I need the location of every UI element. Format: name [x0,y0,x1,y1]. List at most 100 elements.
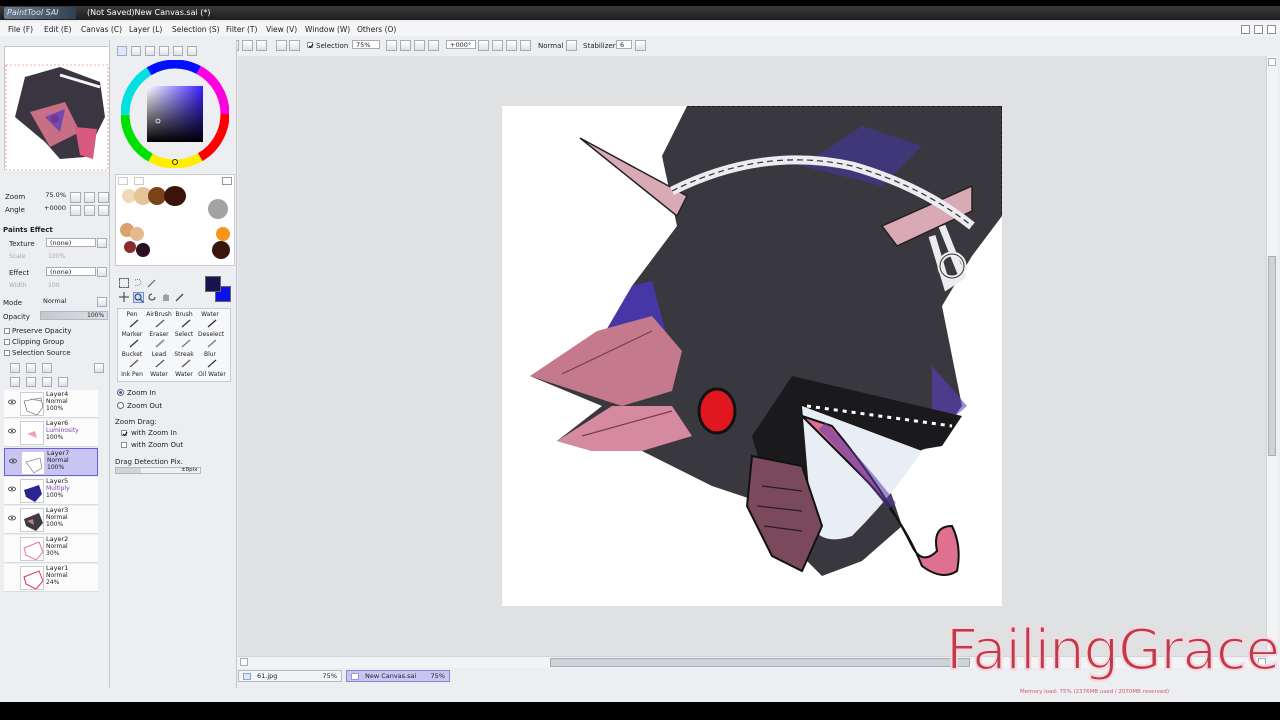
zoom-minus-icon[interactable] [386,40,397,51]
menu-layer[interactable]: Layer (L) [129,25,162,34]
rgb-slider-icon[interactable] [131,46,141,56]
clipping-group-checkbox[interactable] [4,339,10,345]
with-zoom-in-checkbox[interactable] [121,430,128,437]
texture-select[interactable]: (none) [46,238,96,247]
effect-select[interactable]: (none) [46,267,96,276]
texture-dropdown-icon[interactable] [97,238,107,248]
layer-row[interactable]: Layer4 Normal 100% [4,390,98,418]
rotate-reset-icon[interactable] [506,40,517,51]
preserve-opacity-checkbox[interactable] [4,328,10,334]
visibility-eye-icon[interactable] [8,485,16,493]
stabilizer-dropdown-icon[interactable] [635,40,646,51]
color-wheel[interactable] [121,60,229,168]
stabilizer-select[interactable]: 6 [616,40,632,49]
tab-new-canvas[interactable]: New Canvas.sai 75% [346,670,450,682]
tool-water-3[interactable]: Water [172,371,196,378]
swatch[interactable] [164,186,186,206]
navigator[interactable] [4,46,109,171]
angle-select[interactable]: +000° [446,40,476,49]
tool-oil-water[interactable]: Oil Water [198,371,226,378]
layer-row[interactable]: Layer6 Luminosity 100% [4,419,98,447]
zoom-plus-icon[interactable] [400,40,411,51]
new-mask-icon[interactable] [26,363,36,373]
menu-canvas[interactable]: Canvas (C) [81,25,122,34]
merge-layer-icon[interactable] [42,377,52,387]
swatch[interactable] [124,241,136,253]
nav-zoom-in-icon[interactable] [84,192,95,203]
scratch-tab-icon[interactable] [134,177,144,185]
nav-rotate-right-icon[interactable] [84,205,95,216]
tool-streak[interactable]: Streak [172,351,196,358]
horizontal-scroll-thumb[interactable] [550,658,970,667]
new-layer-icon[interactable] [10,363,20,373]
rotate-right-icon[interactable] [492,40,503,51]
lasso-icon[interactable] [133,278,143,288]
menu-filter[interactable]: Filter (T) [226,25,257,34]
selection-source-checkbox[interactable] [4,350,10,356]
tool-eraser[interactable]: Eraser [146,331,172,338]
with-zoom-out-checkbox[interactable] [121,442,127,448]
rotate-tool-icon[interactable] [147,292,157,302]
vertical-scrollbar[interactable] [1266,56,1277,660]
swatch[interactable] [208,199,228,219]
menu-edit[interactable]: Edit (E) [44,25,72,34]
color-swatch-area[interactable] [115,174,235,266]
delete-layer-icon[interactable] [58,377,68,387]
scratch-clear-icon[interactable] [222,177,232,185]
maximize-button[interactable] [1254,25,1263,34]
foreground-color[interactable] [205,276,221,292]
layer-row[interactable]: Layer2 Normal 30% [4,535,98,563]
vertical-scroll-thumb[interactable] [1268,256,1276,456]
zoom-in-tb-icon[interactable] [289,40,300,51]
zoom-in-radio[interactable] [117,389,124,396]
zoom-out-radio[interactable] [117,402,124,409]
canvas-area[interactable] [238,56,1268,660]
tool-pen[interactable]: Pen [120,311,144,318]
visibility-eye-icon[interactable] [9,457,17,465]
scratch-tab-icon[interactable] [118,177,128,185]
hsv-slider-icon[interactable] [145,46,155,56]
tool-brush[interactable]: Brush [172,311,196,318]
show-selection-icon[interactable] [256,40,267,51]
zoom-select[interactable]: 75% [352,40,380,49]
zoom-tool-icon[interactable] [133,292,144,303]
menu-others[interactable]: Others (O) [357,25,396,34]
tool-select[interactable]: Select [172,331,196,338]
nav-zoom-out-icon[interactable] [70,192,81,203]
tool-ink-pen[interactable]: Ink Pen [120,371,144,378]
new-folder-icon[interactable] [42,363,52,373]
scroll-up-arrow[interactable] [1268,58,1276,66]
menu-view[interactable]: View (V) [266,25,297,34]
scratchpad-icon[interactable] [173,46,183,56]
tool-blur[interactable]: Blur [198,351,222,358]
tool-airbrush[interactable]: AirBrush [146,311,172,318]
effect-dropdown-icon[interactable] [97,267,107,277]
mode-dropdown-icon[interactable] [566,40,577,51]
close-button[interactable] [1267,25,1276,34]
tool-bucket[interactable]: Bucket [120,351,144,358]
mode-dropdown-icon[interactable] [97,297,107,307]
invert-icon[interactable] [242,40,253,51]
selection-checkbox[interactable] [307,42,314,49]
menu-window[interactable]: Window (W) [305,25,350,34]
swatch[interactable] [216,227,230,241]
nav-zoom-value[interactable]: 75.0% [30,191,66,200]
minimize-button[interactable] [1241,25,1250,34]
hand-icon[interactable] [161,292,171,302]
layer-row-selected[interactable]: Layer7 Normal 100% [4,448,98,476]
nav-angle-value[interactable]: +0000 [30,204,66,213]
eyedropper-icon[interactable] [175,292,185,302]
tool-water[interactable]: Water [198,311,222,318]
nav-rotate-reset-icon[interactable] [98,205,109,216]
zoom-fit-icon[interactable] [414,40,425,51]
tool-marker[interactable]: Marker [120,331,144,338]
flip-icon[interactable] [520,40,531,51]
marquee-icon[interactable] [119,278,129,288]
zoom-reset-icon[interactable] [428,40,439,51]
menu-selection[interactable]: Selection (S) [172,25,220,34]
clear-layer-icon[interactable] [26,377,36,387]
swatch-mode-icon[interactable] [159,46,169,56]
color-wheel-mode-icon[interactable] [117,46,127,56]
mode-value[interactable]: Normal [538,42,563,50]
nav-zoom-fit-icon[interactable] [98,192,109,203]
